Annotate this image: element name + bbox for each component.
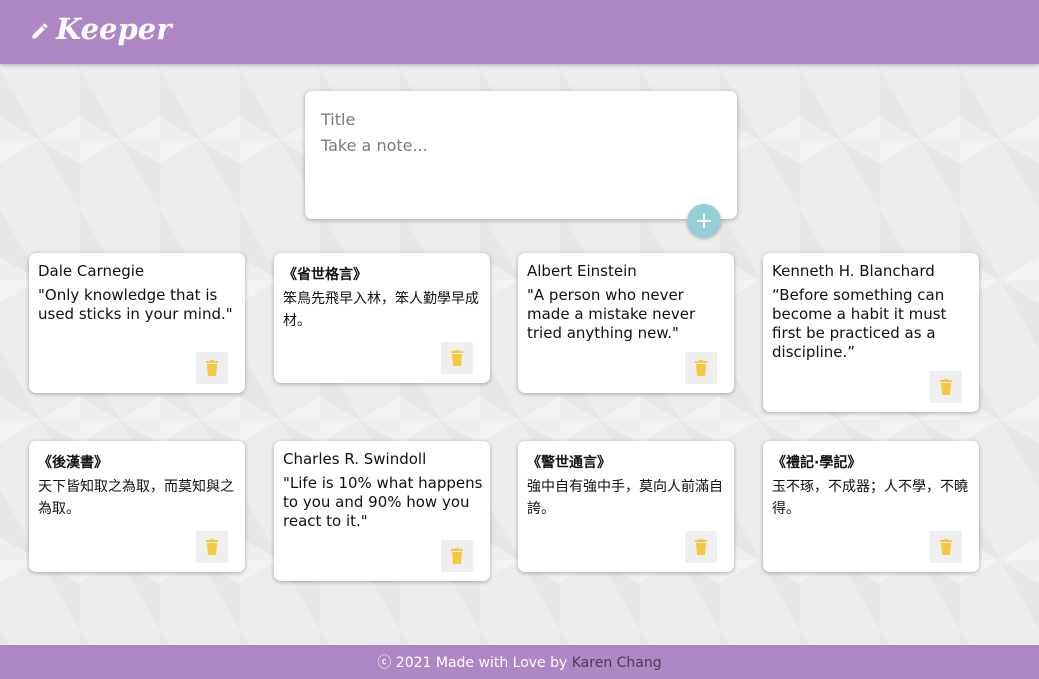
note-card: Kenneth H. Blanchard “Before something c… — [763, 253, 979, 412]
delete-note-button[interactable] — [441, 342, 473, 374]
note-content: 玉不琢，不成器；人不學，不曉得。 — [772, 479, 968, 517]
note-title-input[interactable] — [321, 108, 721, 130]
delete-note-button[interactable] — [441, 540, 473, 572]
note-content-input[interactable] — [321, 136, 721, 206]
note-card: Dale Carnegie "Only knowledge that is us… — [29, 253, 245, 393]
note-card: 《後漢書》 天下皆知取之為取，而莫知與之為取。 — [29, 441, 245, 572]
note-title: Charles R. Swindoll — [283, 450, 427, 468]
delete-note-button[interactable] — [196, 352, 228, 384]
delete-note-button[interactable] — [930, 531, 962, 563]
trash-icon — [695, 539, 707, 555]
note-content: "Life is 10% what happens to you and 90%… — [283, 474, 483, 530]
note-content: 強中自有強中手，莫向人前滿自誇。 — [527, 479, 723, 517]
note-content: "A person who never made a mistake never… — [527, 286, 696, 342]
delete-note-button[interactable] — [196, 531, 228, 563]
trash-icon — [451, 350, 463, 366]
note-card: Charles R. Swindoll "Life is 10% what ha… — [274, 441, 490, 581]
note-title: Dale Carnegie — [38, 262, 145, 280]
pencil-icon — [32, 23, 48, 39]
delete-note-button[interactable] — [685, 352, 717, 384]
note-content: 天下皆知取之為取，而莫知與之為取。 — [38, 479, 234, 517]
note-content: 笨鳥先飛早入林，笨人勤學早成材。 — [283, 291, 479, 329]
add-note-button[interactable] — [687, 204, 721, 238]
note-card: 《禮記·學記》 玉不琢，不成器；人不學，不曉得。 — [763, 441, 979, 572]
note-card: 《警世通言》 強中自有強中手，莫向人前滿自誇。 — [518, 441, 734, 572]
trash-icon — [940, 539, 952, 555]
trash-icon — [695, 360, 707, 376]
app-footer: ⓒ 2021 Made with Love by Karen Chang — [0, 645, 1039, 679]
note-content: "Only knowledge that is used sticks in y… — [38, 286, 233, 323]
note-title: 《警世通言》 — [527, 455, 611, 471]
note-card: 《省世格言》 笨鳥先飛早入林，笨人勤學早成材。 — [274, 253, 490, 383]
app-title: Keeper — [56, 12, 172, 46]
delete-note-button[interactable] — [930, 371, 962, 403]
delete-note-button[interactable] — [685, 531, 717, 563]
trash-icon — [940, 379, 952, 395]
note-title: 《後漢書》 — [38, 455, 108, 471]
note-compose-form — [305, 91, 737, 219]
note-title: 《禮記·學記》 — [772, 455, 862, 471]
note-title: 《省世格言》 — [283, 267, 367, 283]
author-name: Karen Chang — [571, 655, 662, 671]
plus-icon — [696, 213, 712, 229]
note-card: Albert Einstein "A person who never made… — [518, 253, 734, 393]
trash-icon — [206, 539, 218, 555]
note-content: “Before something can become a habit it … — [772, 286, 947, 361]
app-header: Keeper — [0, 0, 1039, 64]
trash-icon — [206, 360, 218, 376]
footer-text: ⓒ 2021 Made with Love by — [377, 655, 568, 671]
trash-icon — [451, 548, 463, 564]
note-title: Albert Einstein — [527, 262, 637, 280]
note-title: Kenneth H. Blanchard — [772, 262, 935, 280]
